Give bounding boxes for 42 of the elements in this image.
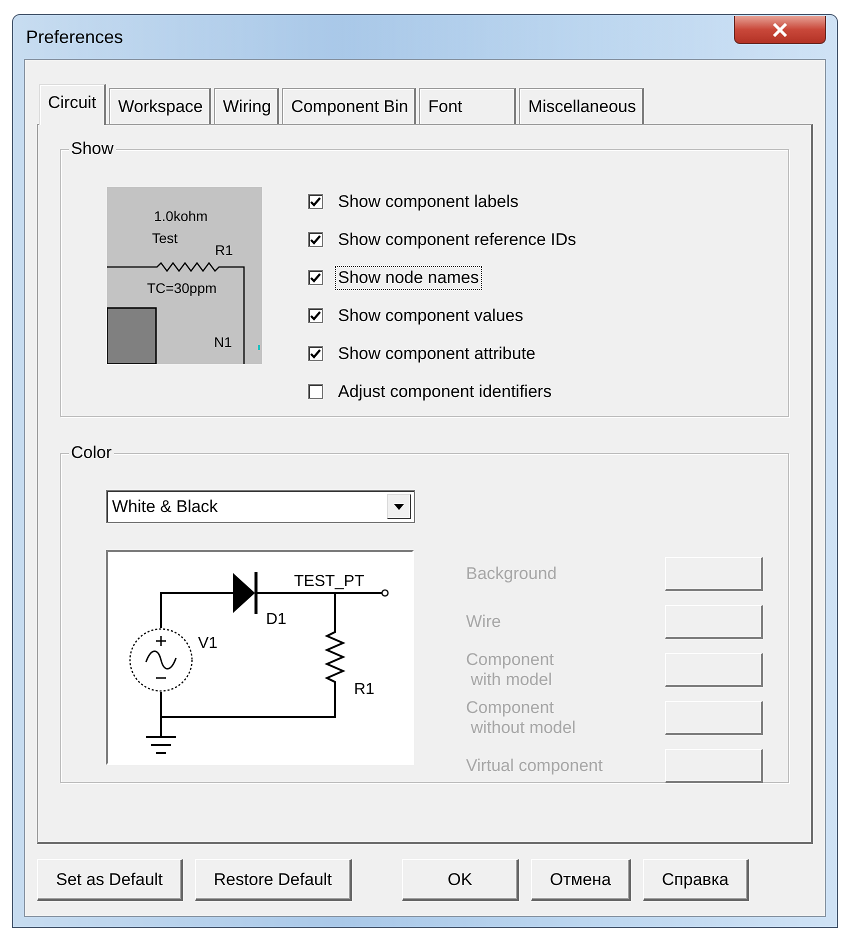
dialog-button[interactable]: Set as Default bbox=[37, 859, 183, 901]
tab[interactable]: Font bbox=[419, 88, 516, 124]
checkbox-label: Show component reference IDs bbox=[337, 228, 578, 250]
dialog-button[interactable]: Restore Default bbox=[194, 859, 352, 901]
checkbox[interactable] bbox=[308, 270, 323, 285]
close-icon bbox=[772, 22, 788, 36]
color-scheme-dropdown[interactable]: White & Black bbox=[106, 490, 415, 523]
checkbox[interactable] bbox=[308, 346, 323, 361]
tab[interactable]: Component Bin bbox=[282, 88, 416, 124]
dialog-button[interactable]: Отмена bbox=[530, 859, 631, 901]
preview-label: TC=30ppm bbox=[147, 280, 217, 296]
component-label: TEST_PT bbox=[294, 573, 364, 590]
component-label: R1 bbox=[354, 681, 374, 698]
component-label: D1 bbox=[266, 611, 286, 628]
checkbox[interactable] bbox=[308, 194, 323, 209]
window-title: Preferences bbox=[25, 26, 124, 48]
checkbox[interactable] bbox=[308, 308, 323, 323]
preview-label: Test bbox=[152, 230, 178, 246]
checkbox[interactable] bbox=[308, 232, 323, 247]
color-label: Virtual component bbox=[466, 756, 603, 776]
component-label: V1 bbox=[198, 635, 218, 652]
tab[interactable]: Miscellaneous bbox=[519, 88, 644, 124]
color-label: Component with model bbox=[466, 650, 554, 690]
dropdown-arrow-icon bbox=[394, 504, 404, 510]
color-label: Background bbox=[466, 564, 557, 584]
checkbox-label: Show component labels bbox=[337, 190, 520, 212]
color-label: Wire bbox=[466, 612, 501, 632]
preview-label: R1 bbox=[215, 242, 233, 258]
checkbox[interactable] bbox=[308, 384, 323, 399]
checkbox-label: Show node names bbox=[336, 266, 481, 288]
checkbox-label: Adjust component identifiers bbox=[337, 380, 553, 402]
checkbox-label: Show component values bbox=[337, 304, 524, 326]
dialog-button[interactable]: Справка bbox=[642, 859, 749, 901]
tab[interactable]: Circuit bbox=[39, 84, 106, 125]
color-label: Component without model bbox=[466, 698, 576, 738]
close-button[interactable] bbox=[734, 16, 826, 44]
tab[interactable]: Wiring bbox=[214, 88, 280, 124]
tab[interactable]: Workspace bbox=[109, 88, 211, 124]
checkbox-label: Show component attribute bbox=[337, 342, 537, 364]
preview-label: N1 bbox=[214, 334, 232, 350]
dialog-button[interactable]: OK bbox=[402, 859, 519, 901]
preview-label: 1.0kohm bbox=[154, 208, 208, 224]
